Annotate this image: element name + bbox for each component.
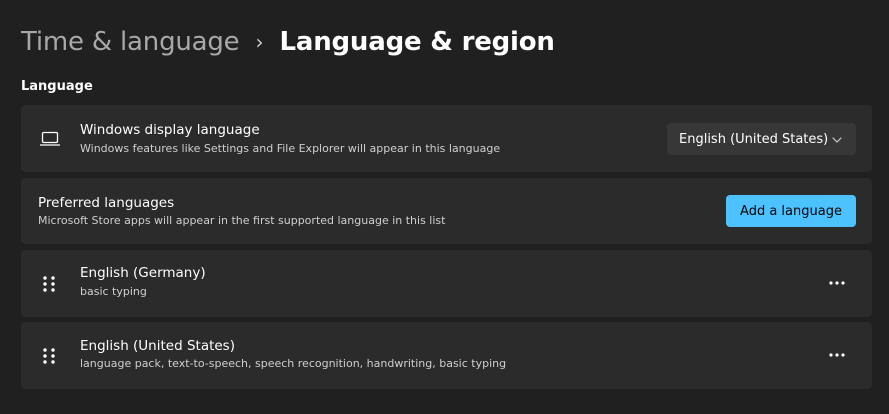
display-language-subtitle: Windows features like Settings and File … (80, 142, 501, 155)
settings-page: Time & language › Language & region Lang… (0, 0, 889, 414)
chevron-down-icon (832, 133, 842, 148)
language-features: basic typing (80, 285, 147, 298)
add-language-button[interactable]: Add a language (726, 195, 856, 227)
preferred-languages-card: Preferred languages Microsoft Store apps… (21, 178, 872, 244)
chevron-right-icon: › (255, 30, 264, 54)
laptop-icon (39, 128, 61, 150)
breadcrumb-parent-link[interactable]: Time & language (21, 27, 240, 57)
drag-handle-icon[interactable] (41, 346, 57, 366)
display-language-card: Windows display language Windows feature… (21, 105, 872, 172)
breadcrumb: Time & language › Language & region (21, 22, 555, 62)
display-language-title: Windows display language (80, 122, 260, 138)
language-list-item[interactable]: English (Germany) basic typing (21, 250, 872, 317)
language-name: English (United States) (80, 338, 235, 354)
more-options-icon[interactable] (822, 268, 852, 298)
drag-handle-icon[interactable] (41, 274, 57, 294)
display-language-dropdown[interactable]: English (United States) (667, 123, 856, 155)
more-options-icon[interactable] (822, 340, 852, 370)
language-features: language pack, text-to-speech, speech re… (80, 357, 507, 370)
preferred-languages-subtitle: Microsoft Store apps will appear in the … (38, 214, 446, 227)
section-header-language: Language (21, 79, 93, 94)
language-list-item[interactable]: English (United States) language pack, t… (21, 322, 872, 389)
preferred-languages-title: Preferred languages (38, 195, 175, 211)
page-title: Language & region (279, 27, 555, 57)
language-name: English (Germany) (80, 265, 206, 281)
display-language-selected: English (United States) (679, 131, 829, 147)
